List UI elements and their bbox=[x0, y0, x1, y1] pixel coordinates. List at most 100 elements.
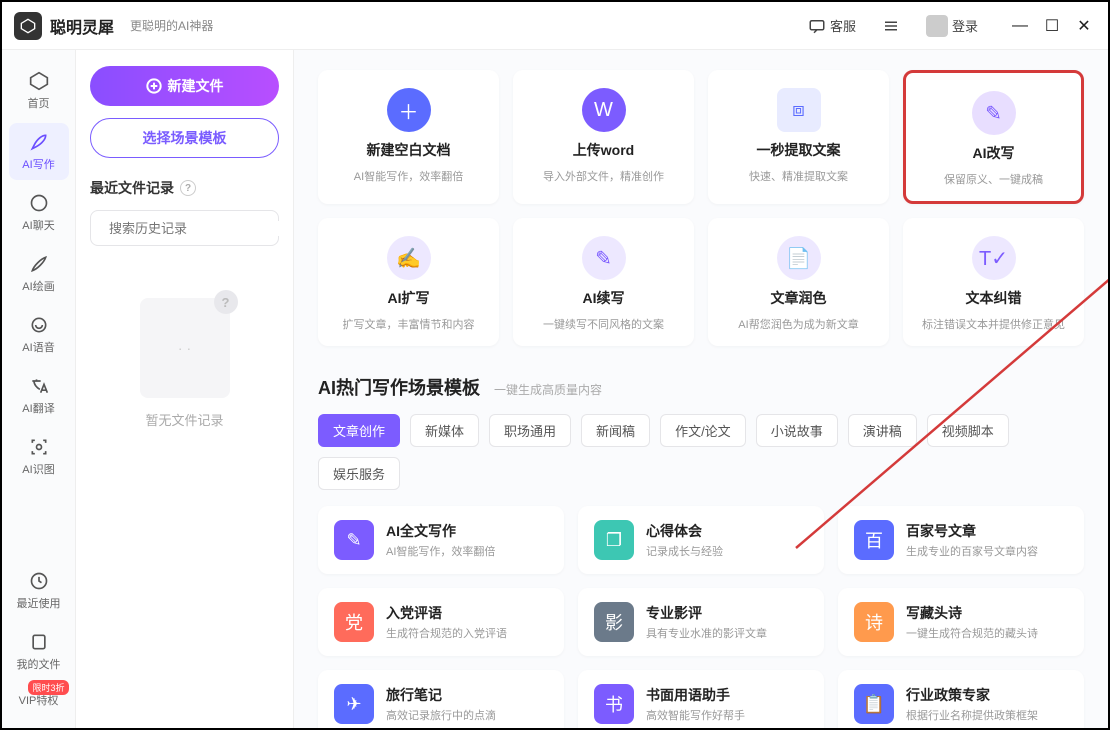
nav-label: AI识图 bbox=[22, 461, 54, 477]
policy-icon: 📋 bbox=[854, 684, 894, 724]
help-icon[interactable]: ? bbox=[180, 180, 196, 196]
card-correct[interactable]: T✓ 文本纠错标注错误文本并提供修正意见 bbox=[903, 218, 1084, 346]
tab-essay[interactable]: 作文/论文 bbox=[660, 414, 746, 447]
film-icon: 影 bbox=[594, 602, 634, 642]
templates-title: AI热门写作场景模板 bbox=[318, 374, 480, 400]
card-new-blank-doc[interactable]: ＋新建空白文档AI智能写作，效率翻倍 bbox=[318, 70, 499, 204]
sidebar-item-ai-draw[interactable]: AI绘画 bbox=[9, 245, 69, 302]
search-input[interactable] bbox=[109, 221, 285, 236]
tpl-acrostic[interactable]: 诗写藏头诗一键生成符合规范的藏头诗 bbox=[838, 588, 1084, 656]
tab-novel[interactable]: 小说故事 bbox=[756, 414, 838, 447]
choose-template-button[interactable]: 选择场景模板 bbox=[90, 118, 279, 158]
close-button[interactable]: ✕ bbox=[1072, 14, 1096, 38]
travel-icon: ✈ bbox=[334, 684, 374, 724]
logo-area: 聪明灵犀 更聪明的AI神器 bbox=[14, 12, 213, 40]
tpl-desc: 高效智能写作好帮手 bbox=[646, 707, 745, 723]
tpl-title: 行业政策专家 bbox=[906, 685, 1038, 705]
scan-icon: ⧈ bbox=[777, 88, 821, 132]
word-icon: W bbox=[582, 88, 626, 132]
titlebar: 聪明灵犀 更聪明的AI神器 客服 登录 — ☐ ✕ bbox=[2, 2, 1108, 50]
empty-text: 暂无文件记录 bbox=[145, 410, 223, 429]
home-icon bbox=[28, 70, 50, 92]
tpl-formal[interactable]: 书书面用语助手高效智能写作好帮手 bbox=[578, 670, 824, 728]
card-title: 上传word bbox=[573, 140, 634, 160]
tpl-title: AI全文写作 bbox=[386, 521, 495, 541]
templates-subtitle: 一键生成高质量内容 bbox=[494, 381, 602, 398]
tpl-desc: 根据行业名称提供政策框架 bbox=[906, 707, 1038, 723]
tpl-travel[interactable]: ✈旅行笔记高效记录旅行中的点滴 bbox=[318, 670, 564, 728]
tab-news[interactable]: 新闻稿 bbox=[581, 414, 650, 447]
card-title: 新建空白文档 bbox=[367, 140, 451, 160]
left-panel: 新建文件 选择场景模板 最近文件记录 ? · · 暂无文件记录 bbox=[76, 50, 294, 728]
expand-icon: ✍ bbox=[387, 236, 431, 280]
choose-template-label: 选择场景模板 bbox=[143, 128, 227, 148]
sidebar-item-ai-writing[interactable]: AI写作 bbox=[9, 123, 69, 180]
tab-newmedia[interactable]: 新媒体 bbox=[410, 414, 479, 447]
window-controls: — ☐ ✕ bbox=[1008, 14, 1096, 38]
plus-icon bbox=[146, 78, 162, 94]
correct-icon: T✓ bbox=[972, 236, 1016, 280]
menu-icon bbox=[882, 17, 900, 35]
card-polish[interactable]: 📄文章润色AI帮您润色为成为新文章 bbox=[708, 218, 889, 346]
tpl-desc: 一键生成符合规范的藏头诗 bbox=[906, 625, 1038, 641]
tpl-title: 百家号文章 bbox=[906, 521, 1038, 541]
tab-video[interactable]: 视频脚本 bbox=[927, 414, 1009, 447]
minimize-button[interactable]: — bbox=[1008, 14, 1032, 38]
tpl-film-review[interactable]: 影专业影评具有专业水准的影评文章 bbox=[578, 588, 824, 656]
feather-icon bbox=[28, 131, 50, 153]
tpl-desc: AI智能写作，效率翻倍 bbox=[386, 543, 495, 559]
file-icon bbox=[28, 631, 50, 653]
sidebar-item-ai-chat[interactable]: AI聊天 bbox=[9, 184, 69, 241]
tpl-experience[interactable]: ❐心得体会记录成长与经验 bbox=[578, 506, 824, 574]
new-file-button[interactable]: 新建文件 bbox=[90, 66, 279, 106]
nav-label: AI写作 bbox=[22, 156, 54, 172]
tpl-baijiahao[interactable]: 百百家号文章生成专业的百家号文章内容 bbox=[838, 506, 1084, 574]
bai-icon: 百 bbox=[854, 520, 894, 560]
tab-entertainment[interactable]: 娱乐服务 bbox=[318, 457, 400, 490]
tab-article[interactable]: 文章创作 bbox=[318, 414, 400, 447]
sidebar-item-recent[interactable]: 最近使用 bbox=[9, 562, 69, 619]
chat-icon bbox=[808, 17, 826, 35]
support-label: 客服 bbox=[830, 16, 856, 35]
empty-state: · · 暂无文件记录 bbox=[90, 298, 279, 429]
tpl-desc: 生成专业的百家号文章内容 bbox=[906, 543, 1038, 559]
tpl-title: 写藏头诗 bbox=[906, 603, 1038, 623]
card-ai-expand[interactable]: ✍AI扩写扩写文章，丰富情节和内容 bbox=[318, 218, 499, 346]
sidebar-item-ai-voice[interactable]: AI语音 bbox=[9, 306, 69, 363]
card-desc: 标注错误文本并提供修正意见 bbox=[922, 316, 1065, 332]
card-upload-word[interactable]: W上传word导入外部文件，精准创作 bbox=[513, 70, 694, 204]
translate-icon bbox=[28, 375, 50, 397]
tab-speech[interactable]: 演讲稿 bbox=[848, 414, 917, 447]
continue-icon: ✎ bbox=[582, 236, 626, 280]
party-icon: 党 bbox=[334, 602, 374, 642]
card-title: AI续写 bbox=[583, 288, 625, 308]
sidebar-item-home[interactable]: 首页 bbox=[9, 62, 69, 119]
sidebar-item-ai-translate[interactable]: AI翻译 bbox=[9, 367, 69, 424]
login-button[interactable]: 登录 bbox=[920, 11, 984, 41]
tpl-title: 旅行笔记 bbox=[386, 685, 496, 705]
sidebar-item-ai-image[interactable]: AI识图 bbox=[9, 428, 69, 485]
nav-label: AI聊天 bbox=[22, 217, 54, 233]
support-button[interactable]: 客服 bbox=[802, 12, 862, 39]
search-box[interactable] bbox=[90, 210, 279, 246]
card-ai-rewrite[interactable]: ✎AI改写保留原义、一键成稿 bbox=[903, 70, 1084, 204]
empty-image-icon: · · bbox=[140, 298, 230, 398]
plus-icon: ＋ bbox=[387, 88, 431, 132]
sidebar-item-vip[interactable]: 限时3折VIP特权 bbox=[9, 684, 69, 716]
sidebar-item-my-files[interactable]: 我的文件 bbox=[9, 623, 69, 680]
tpl-ai-fulltext[interactable]: ✎ AI全文写作 AI智能写作，效率翻倍 bbox=[318, 506, 564, 574]
tpl-desc: 生成符合规范的入党评语 bbox=[386, 625, 507, 641]
maximize-button[interactable]: ☐ bbox=[1040, 14, 1064, 38]
card-ai-continue[interactable]: ✎AI续写一键续写不同风格的文案 bbox=[513, 218, 694, 346]
nav-label: AI翻译 bbox=[22, 400, 54, 416]
chat-icon bbox=[28, 192, 50, 214]
menu-button[interactable] bbox=[876, 13, 906, 39]
tpl-policy[interactable]: 📋 行业政策专家根据行业名称提供政策框架 bbox=[838, 670, 1084, 728]
card-extract-text[interactable]: ⧈一秒提取文案快速、精准提取文案 bbox=[708, 70, 889, 204]
vip-badge: 限时3折 bbox=[28, 680, 68, 695]
doc-icon: ✎ bbox=[334, 520, 374, 560]
card-title: 文本纠错 bbox=[966, 288, 1022, 308]
app-logo-icon bbox=[14, 12, 42, 40]
tab-workplace[interactable]: 职场通用 bbox=[489, 414, 571, 447]
tpl-party[interactable]: 党入党评语生成符合规范的入党评语 bbox=[318, 588, 564, 656]
